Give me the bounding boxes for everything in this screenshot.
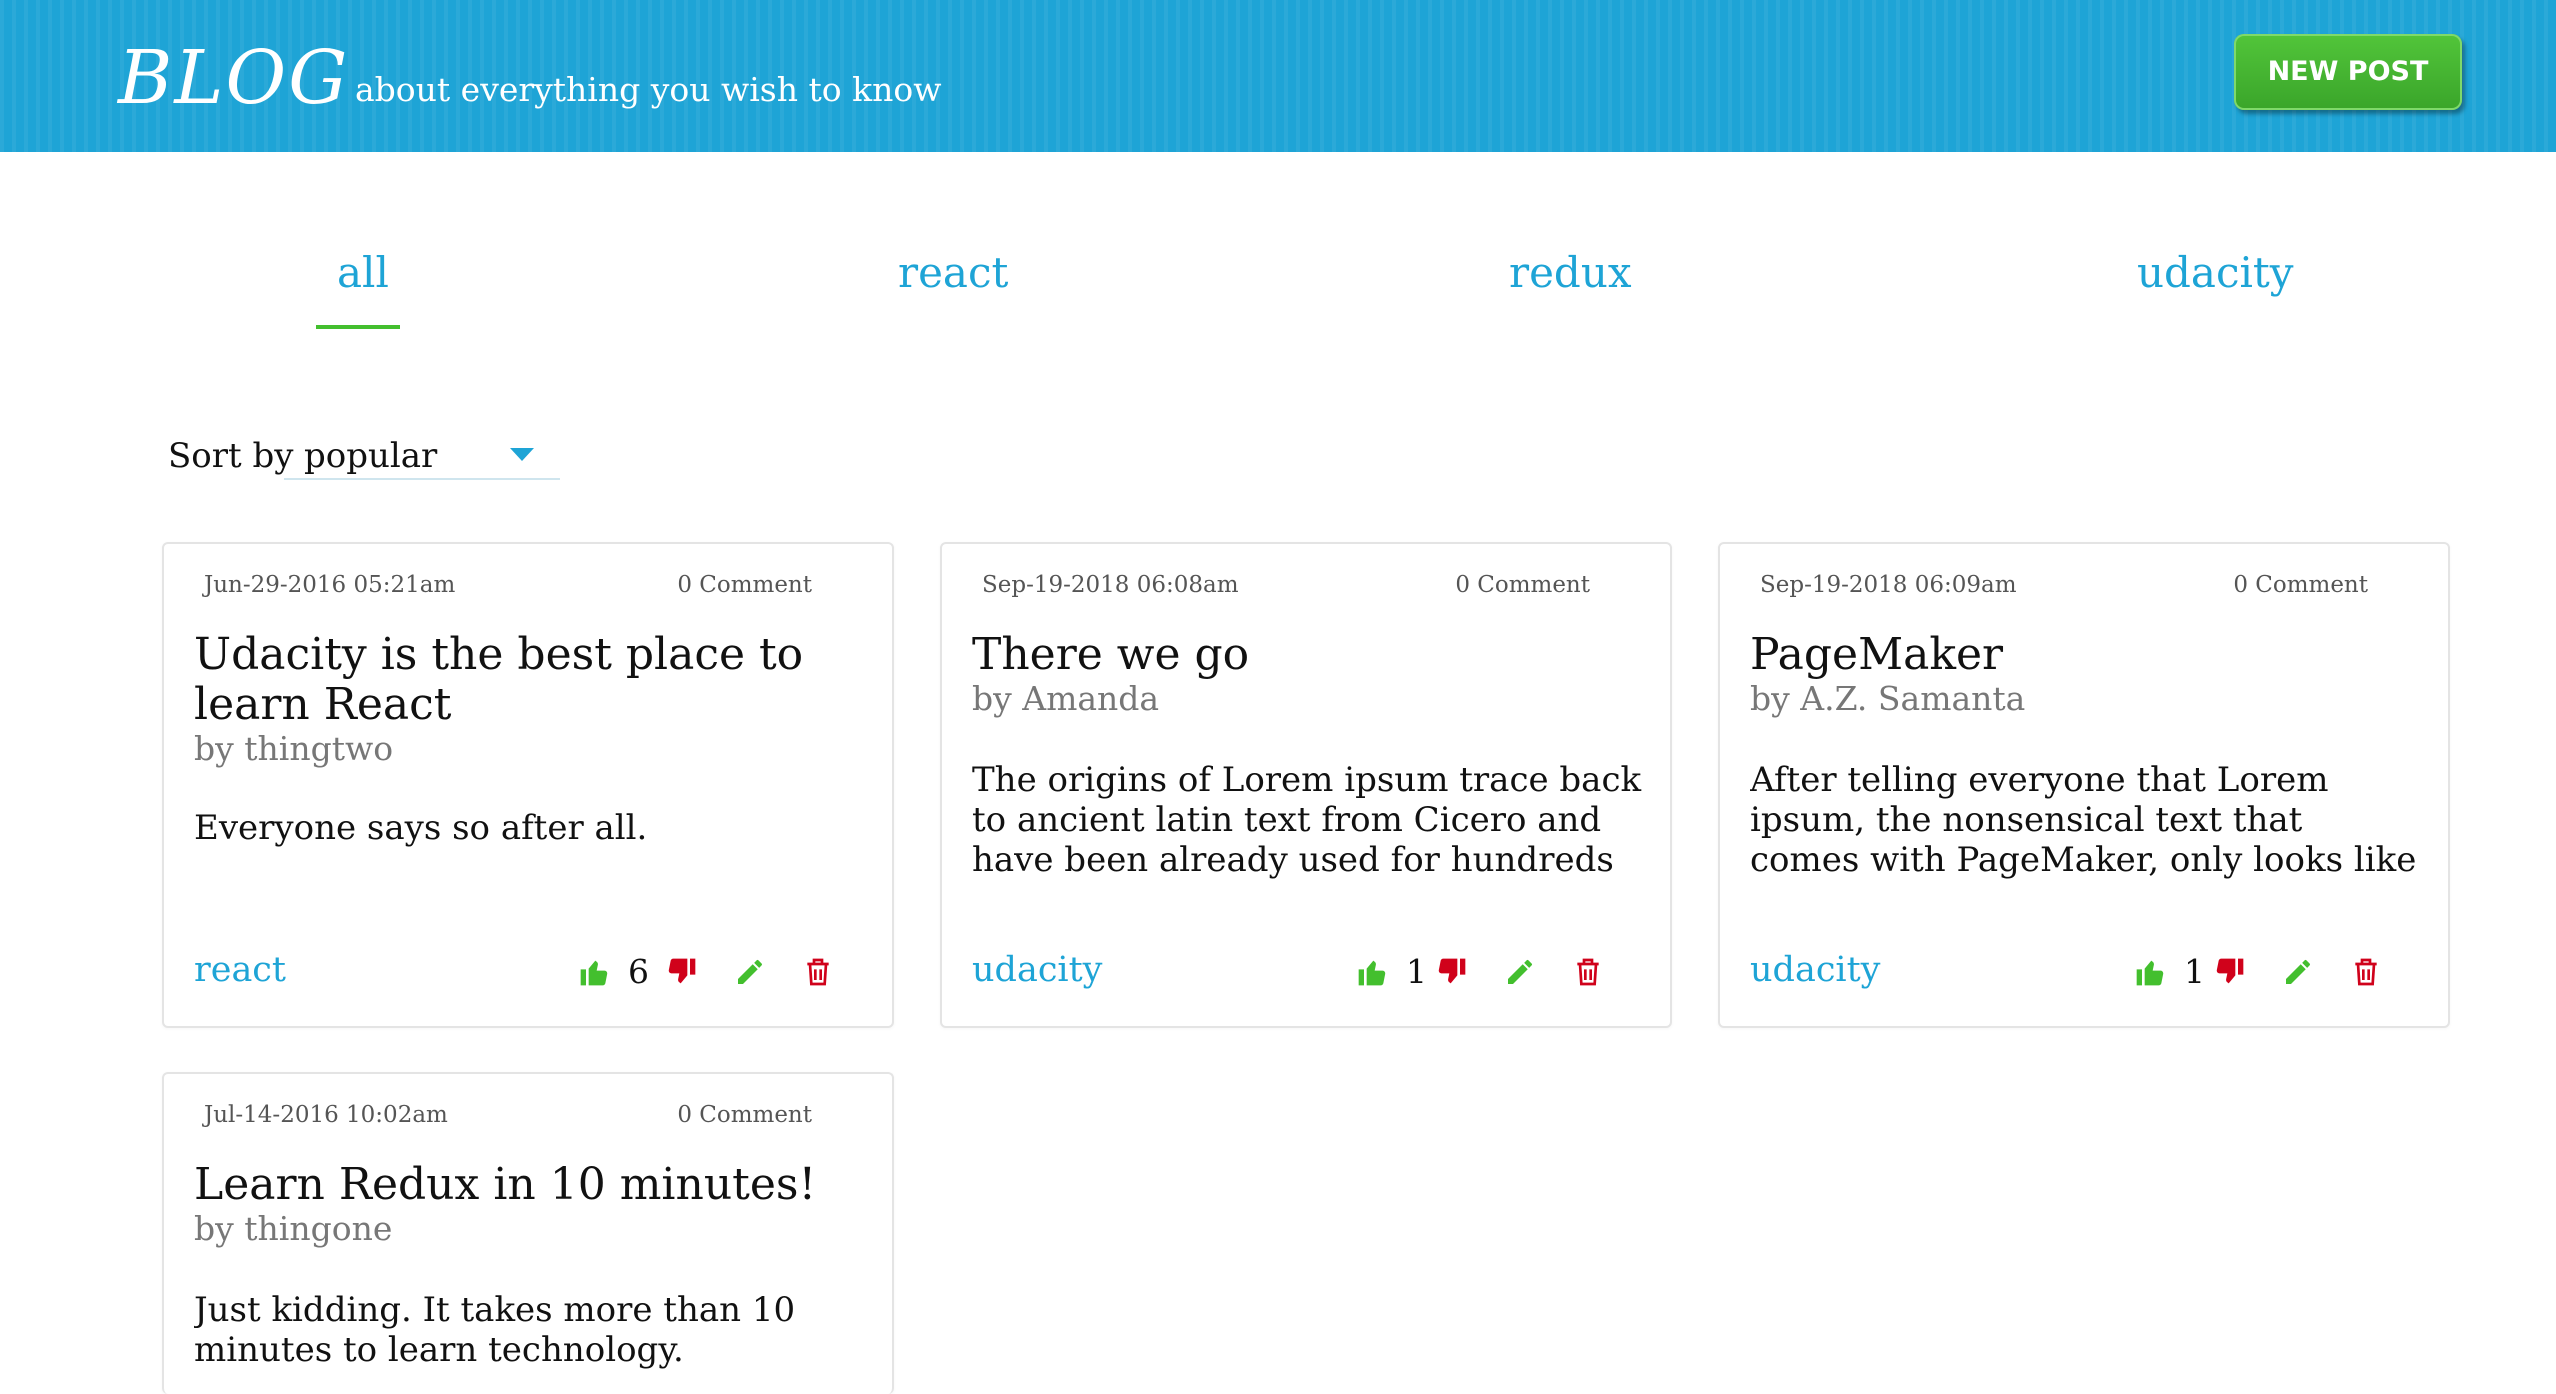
post-title[interactable]: There we go	[972, 630, 1632, 680]
post-date: Sep-19-2018 06:09am	[1760, 572, 2017, 598]
blog-tagline: about everything you wish to know	[355, 70, 942, 109]
post-author: by A.Z. Samanta	[1750, 679, 2026, 718]
post-category[interactable]: react	[194, 948, 286, 992]
post-category[interactable]: udacity	[1750, 948, 1880, 992]
post-body: After telling everyone that Lorem ipsum,…	[1750, 760, 2417, 880]
post-title[interactable]: Learn Redux in 10 minutes!	[194, 1160, 854, 1210]
post-author: by Amanda	[972, 679, 1160, 718]
thumbs-up-icon[interactable]	[1356, 956, 1388, 988]
post-title[interactable]: Udacity is the best place to learn React	[194, 630, 854, 730]
post-body: The origins of Lorem ipsum trace back to…	[972, 760, 1642, 880]
tab-udacity[interactable]: udacity	[2137, 245, 2294, 301]
post-comment-count: 0 Comment	[1455, 572, 1590, 598]
post-actions: 1	[1356, 952, 1646, 992]
post-title[interactable]: PageMaker	[1750, 630, 2410, 680]
post-actions: 1	[2134, 952, 2424, 992]
post-comment-count: 0 Comment	[677, 572, 812, 598]
vote-score: 6	[628, 952, 649, 991]
post-comment-count: 0 Comment	[677, 1102, 812, 1128]
post-date: Jul-14-2016 10:02am	[204, 1102, 448, 1128]
new-post-button[interactable]: NEW POST	[2234, 34, 2462, 110]
post-card[interactable]: Sep-19-2018 06:08am 0 Comment There we g…	[940, 542, 1672, 1028]
trash-icon[interactable]	[802, 956, 834, 988]
sort-selected-value: popular	[304, 436, 438, 476]
post-card[interactable]: Jun-29-2016 05:21am 0 Comment Udacity is…	[162, 542, 894, 1028]
post-card[interactable]: Jul-14-2016 10:02am 0 Comment Learn Redu…	[162, 1072, 894, 1394]
tab-redux[interactable]: redux	[1509, 245, 1632, 301]
post-date: Jun-29-2016 05:21am	[204, 572, 456, 598]
post-comment-count: 0 Comment	[2233, 572, 2368, 598]
pencil-icon[interactable]	[2282, 956, 2314, 988]
thumbs-down-icon[interactable]	[666, 956, 698, 988]
trash-icon[interactable]	[2350, 956, 2382, 988]
post-category[interactable]: udacity	[972, 948, 1102, 992]
tab-all[interactable]: all	[337, 245, 389, 301]
thumbs-up-icon[interactable]	[2134, 956, 2166, 988]
caret-down-icon	[510, 448, 534, 461]
thumbs-up-icon[interactable]	[578, 956, 610, 988]
sort-select[interactable]: popular	[284, 428, 560, 480]
active-tab-indicator	[316, 325, 400, 329]
post-body: Just kidding. It takes more than 10 minu…	[194, 1290, 796, 1370]
pencil-icon[interactable]	[734, 956, 766, 988]
vote-score: 1	[1406, 952, 1427, 991]
pencil-icon[interactable]	[1504, 956, 1536, 988]
thumbs-down-icon[interactable]	[2214, 956, 2246, 988]
app-header: BLOG about everything you wish to know N…	[0, 0, 2556, 152]
vote-score: 1	[2184, 952, 2205, 991]
post-date: Sep-19-2018 06:08am	[982, 572, 1239, 598]
post-body: Everyone says so after all.	[194, 808, 648, 848]
blog-logo[interactable]: BLOG	[118, 34, 349, 122]
sort-label: Sort by	[168, 436, 294, 476]
trash-icon[interactable]	[1572, 956, 1604, 988]
post-author: by thingone	[194, 1209, 393, 1248]
post-card[interactable]: Sep-19-2018 06:09am 0 Comment PageMaker …	[1718, 542, 2450, 1028]
tab-react[interactable]: react	[898, 245, 1008, 301]
post-author: by thingtwo	[194, 729, 394, 768]
thumbs-down-icon[interactable]	[1436, 956, 1468, 988]
post-actions: 6	[578, 952, 868, 992]
